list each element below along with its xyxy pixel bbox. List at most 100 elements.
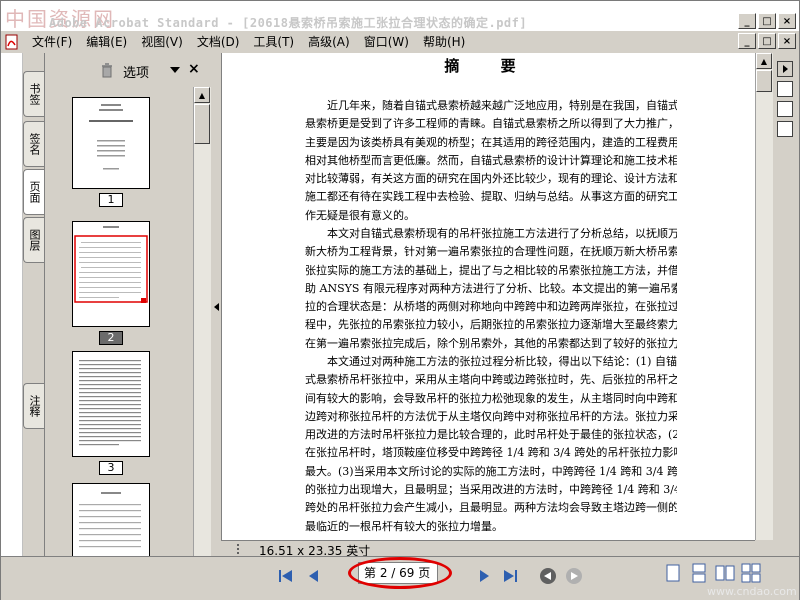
go-forward-button[interactable] xyxy=(563,565,585,587)
menu-advanced[interactable]: 高级(A) xyxy=(301,33,357,50)
doc-close-button[interactable]: × xyxy=(778,33,796,49)
scroll-up-arrow-icon[interactable]: ▲ xyxy=(194,87,210,103)
acrobat-window: 中国资源网 Adobe Acrobat Standard - [20618悬索桥… xyxy=(0,0,800,600)
grip-icon[interactable] xyxy=(237,544,249,554)
text-line: 作无疑是很有意义的。 xyxy=(305,208,415,222)
abstract-paragraph-3: 本文通过对两种施工方法的张拉过程分析比较，得出以下结论：(1) 自锚 式悬索桥吊… xyxy=(305,353,677,536)
right-tool-strip xyxy=(774,53,799,556)
thumbnail-label-3[interactable]: 3 xyxy=(99,461,123,475)
panel-scroll-thumb[interactable] xyxy=(194,104,210,144)
text-line: 间有较大的影响，会导致吊杆的张拉力松弛现象的发生，从主塔同时向中跨和 xyxy=(305,391,677,405)
maximize-button[interactable]: □ xyxy=(758,13,776,29)
page-thumbnail-3[interactable] xyxy=(72,351,150,457)
last-page-button[interactable] xyxy=(499,565,521,587)
abstract-paragraph-2: 本文对自锚式悬索桥现有的吊杆张拉施工方法进行了分析总结，以抚顺万 新大桥为工程背… xyxy=(305,225,677,353)
pages-panel: 选项 × 1 2 3 ▲ xyxy=(45,53,213,556)
previous-page-button[interactable] xyxy=(303,565,325,587)
text-line: 边跨对称张拉吊杆的方法优于从主塔仅向跨中对称张拉吊杆的方法。张拉力采 xyxy=(305,409,677,423)
arrow-right-icon xyxy=(783,65,788,73)
forward-circle-icon xyxy=(566,568,582,584)
continuous-facing-view-icon[interactable] xyxy=(741,563,761,583)
tab-pages[interactable]: 页面 xyxy=(23,169,44,215)
panel-header: 选项 × xyxy=(45,53,213,87)
text-line: 悬索桥更是受到了许多工程师的青睐。自锚式悬索桥之所以得到了大力推广， xyxy=(305,117,677,131)
text-line: 主要是因为该类桥具有美观的桥型；在其适用的跨径范围内，建造的工程费用 xyxy=(305,135,677,149)
thumbnail-list: 1 2 3 xyxy=(47,87,191,556)
collapse-arrow-icon[interactable] xyxy=(214,303,219,311)
menu-view[interactable]: 视图(V) xyxy=(134,33,190,50)
text-line: 相对其他桥型而言更低廉。然而，自锚式悬索桥的设计计算理论和施工技术相 xyxy=(305,153,677,167)
text-line: 本文通过对两种施工方法的张拉过程分析比较，得出以下结论：(1) 自锚 xyxy=(327,355,677,368)
navigation-bar: 第 2 / 69 页 www.cndao.com xyxy=(1,556,799,600)
trash-icon[interactable] xyxy=(101,63,113,78)
options-label[interactable]: 选项 xyxy=(123,62,149,81)
first-page-icon xyxy=(279,570,292,582)
first-page-button[interactable] xyxy=(275,565,297,587)
thumbnail-page-preview xyxy=(74,226,148,303)
text-line: 的张拉力出现增大，且最明显；当采用改进的方法时，中跨跨径 1/4 跨和 3/4 xyxy=(305,483,677,497)
pdf-document-icon[interactable] xyxy=(5,34,19,50)
document-controls: _ □ × xyxy=(738,33,796,49)
tab-comments[interactable]: 注释 xyxy=(23,383,44,429)
highlight-circle xyxy=(348,557,452,589)
menu-edit[interactable]: 编辑(E) xyxy=(79,33,134,50)
tab-bookmarks[interactable]: 书签 xyxy=(23,71,44,117)
close-button[interactable]: × xyxy=(778,13,796,29)
text-line: 拉的合理状态是：从桥塔的两侧对称地向中跨跨中和边跨两岸张拉，在张拉过 xyxy=(305,300,677,314)
doc-minimize-button[interactable]: _ xyxy=(738,33,756,49)
document-scroll-thumb[interactable] xyxy=(756,70,772,92)
menu-document[interactable]: 文档(D) xyxy=(190,33,247,50)
thumbnail-page-preview xyxy=(79,360,141,446)
doc-restore-button[interactable]: □ xyxy=(758,33,776,49)
go-back-button[interactable] xyxy=(537,565,559,587)
navigation-tab-strip: 书签 签名 页面 图层 注释 xyxy=(23,53,45,556)
horizontal-scrollbar[interactable]: 16.51 x 23.35 英寸 xyxy=(221,540,755,558)
text-line: 程中，先张拉的吊索张拉力较小，后期张拉的吊索张拉力逐渐增大至最终索力。 xyxy=(305,318,677,332)
abstract-title: 摘 要 xyxy=(444,57,534,75)
menu-window[interactable]: 窗口(W) xyxy=(357,33,416,50)
text-line: 式悬索桥吊杆张拉中，采用从主塔向中跨或边跨张拉时，先、后张拉的吊杆之 xyxy=(305,373,677,387)
continuous-view-icon[interactable] xyxy=(689,563,709,583)
thumbnail-label-1[interactable]: 1 xyxy=(99,193,123,207)
page-view-icon[interactable] xyxy=(777,121,793,137)
title-bar[interactable]: 中国资源网 Adobe Acrobat Standard - [20618悬索桥… xyxy=(1,1,799,31)
facing-view-icon[interactable] xyxy=(715,563,735,583)
chevron-down-icon[interactable] xyxy=(170,67,180,73)
document-page: 摘 要 近几年来，随着自锚式悬索桥越来越广泛地应用，特别是在我国，自锚式 悬索桥… xyxy=(222,53,755,540)
last-page-icon xyxy=(504,570,517,582)
text-line: 最临近的一根吊杆有较大的张拉力增量。 xyxy=(305,519,503,533)
menu-file[interactable]: 文件(F) xyxy=(25,33,79,50)
document-view[interactable]: 摘 要 近几年来，随着自锚式悬索桥越来越广泛地应用，特别是在我国，自锚式 悬索桥… xyxy=(221,53,755,540)
next-page-icon xyxy=(480,570,489,582)
panel-scrollbar[interactable]: ▲ xyxy=(193,87,211,556)
expand-arrow-icon[interactable] xyxy=(777,61,793,77)
window-controls: _ □ × xyxy=(738,13,796,29)
minimize-button[interactable]: _ xyxy=(738,13,756,29)
document-scrollbar[interactable]: ▲ xyxy=(755,53,773,540)
text-line: 张拉实际的施工方法的基础上，提出了与之相比较的吊索张拉施工方法，并借 xyxy=(305,263,677,277)
text-line: 在第一遍吊索张拉完成后，除个别吊索外，其他的吊索都达到了较好的张拉力。 xyxy=(305,336,677,350)
menu-help[interactable]: 帮助(H) xyxy=(416,33,472,50)
page-view-icon[interactable] xyxy=(777,81,793,97)
thumbnail-page-preview xyxy=(79,492,141,548)
tab-layers[interactable]: 图层 xyxy=(23,217,44,263)
back-circle-icon xyxy=(540,568,556,584)
next-page-button[interactable] xyxy=(473,565,495,587)
page-thumbnail-2[interactable] xyxy=(72,221,150,327)
text-line: 新大桥为工程背景，针对第一遍吊索张拉的合理性问题，在抚顺万新大桥吊索 xyxy=(305,245,677,259)
single-page-view-icon[interactable] xyxy=(663,563,683,583)
scroll-up-arrow-icon[interactable]: ▲ xyxy=(756,53,772,69)
text-line: 在张拉吊杆时，塔顶鞍座位移受中跨跨径 1/4 跨和 3/4 跨处的吊杆张拉力影响 xyxy=(305,446,677,460)
text-line: 近几年来，随着自锚式悬索桥越来越广泛地应用，特别是在我国，自锚式 xyxy=(327,99,677,112)
page-thumbnail-1[interactable] xyxy=(72,97,150,189)
text-line: 用改进的方法时吊杆张拉力是比较合理的，此时吊杆处于最佳的张拉状态，(2) xyxy=(305,428,677,442)
page-thumbnail-4[interactable] xyxy=(72,483,150,556)
panel-splitter[interactable] xyxy=(213,53,221,556)
tab-signatures[interactable]: 签名 xyxy=(23,121,44,167)
thumbnail-label-2[interactable]: 2 xyxy=(99,331,123,345)
panel-close-button[interactable]: × xyxy=(188,61,200,77)
watermark-site: www.cndao.com xyxy=(707,585,797,598)
page-view-icon[interactable] xyxy=(777,101,793,117)
text-line: 助 ANSYS 有限元程序对两种方法进行了分析、比较。本文提出的第一遍吊索张 xyxy=(305,281,677,295)
menu-tools[interactable]: 工具(T) xyxy=(246,33,301,50)
